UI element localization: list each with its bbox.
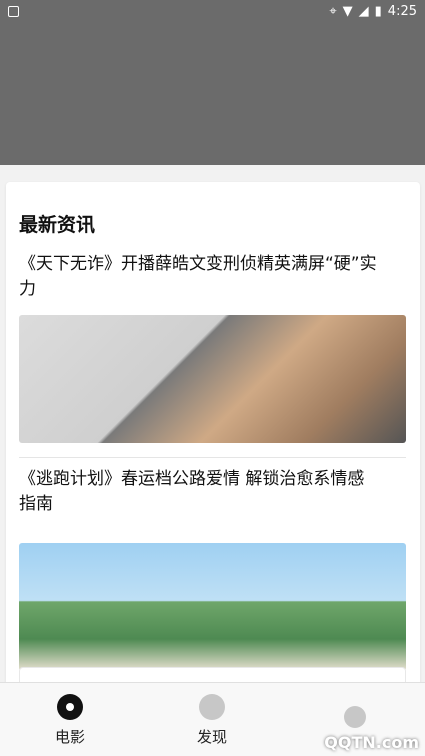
bottom-tab-bar: 电影 发现 QQTN.com [0, 682, 425, 756]
discover-icon [199, 693, 225, 720]
news-title-1[interactable]: 《天下无诈》开播薛皓文变刑侦精英满屏“硬”实力 [19, 252, 379, 302]
news-thumbnail-1[interactable] [19, 315, 406, 443]
tab-label: 电影 [54, 727, 85, 746]
status-time: 4:25 [387, 3, 417, 19]
news-item-1[interactable]: 《天下无诈》开播薛皓文变刑侦精英满屏“硬”实力 [19, 252, 406, 458]
location-icon: ⌖ [329, 3, 337, 19]
watermark: QQTN.com [324, 733, 419, 752]
section-title: 最新资讯 [19, 214, 96, 236]
battery-icon: ▮ [374, 3, 382, 19]
news-thumbnail-2[interactable] [19, 543, 406, 671]
user-icon [344, 706, 366, 728]
news-title-2[interactable]: 《逃跑计划》春运档公路爱情 解锁治愈系情感指南 [19, 467, 379, 517]
divider [19, 457, 406, 458]
film-icon [57, 693, 83, 720]
news-item-2[interactable]: 《逃跑计划》春运档公路爱情 解锁治愈系情感指南 [19, 467, 406, 682]
tab-movie[interactable]: 电影 [10, 683, 130, 756]
notification-icon [8, 5, 19, 17]
status-bar: ⌖ ▼ ◢ ▮ 4:25 [0, 0, 425, 22]
tab-discover[interactable]: 发现 [152, 683, 272, 756]
tab-label: 发现 [196, 727, 227, 746]
top-banner-area [0, 22, 425, 165]
main-content[interactable]: 最新资讯 《天下无诈》开播薛皓文变刑侦精英满屏“硬”实力 《逃跑计划》春运档公路… [0, 165, 425, 682]
news-item-3-partial[interactable] [19, 667, 406, 682]
news-card: 最新资讯 《天下无诈》开播薛皓文变刑侦精英满屏“硬”实力 《逃跑计划》春运档公路… [6, 182, 420, 682]
wifi-icon: ▼ [342, 3, 353, 19]
signal-icon: ◢ [358, 3, 369, 19]
